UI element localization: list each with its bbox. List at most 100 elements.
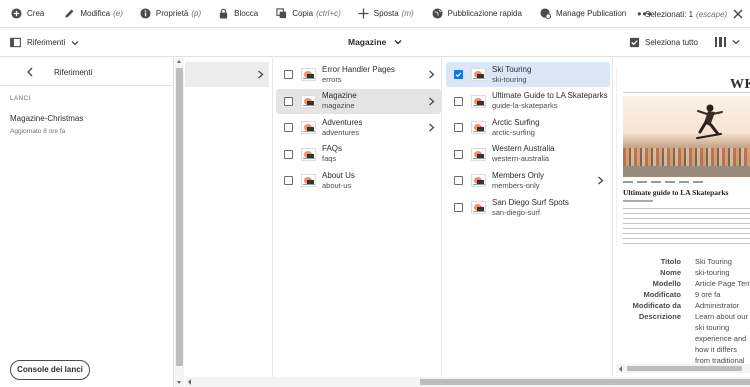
scroll-left-arrow[interactable] xyxy=(188,379,191,385)
copy-button[interactable]: Copia (ctrl+c) xyxy=(271,0,346,28)
page-thumbnail xyxy=(301,174,316,188)
properties-button[interactable]: Proprietà (p) xyxy=(135,0,206,28)
row-checkbox[interactable] xyxy=(454,96,463,106)
pencil-icon xyxy=(64,8,75,19)
list-item[interactable]: Ski Touring ski-touring xyxy=(446,62,610,87)
chevron-right-icon[interactable] xyxy=(428,97,435,106)
parent-row[interactable] xyxy=(185,62,269,87)
row-text: Adventures adventures xyxy=(322,118,362,138)
copy-label: Copia xyxy=(292,9,314,18)
row-checkbox[interactable] xyxy=(454,123,463,133)
row-checkbox[interactable] xyxy=(284,176,293,186)
page-thumbnail xyxy=(471,201,486,214)
chevron-right-icon[interactable] xyxy=(428,70,435,79)
list-item[interactable]: Magazine magazine xyxy=(276,88,441,114)
row-text: Arctic Surfing arctic-surfing xyxy=(492,118,540,138)
properties-scrollbar[interactable] xyxy=(616,364,750,373)
scroll-up-arrow[interactable] xyxy=(177,60,181,63)
chevron-left-icon[interactable] xyxy=(26,67,34,77)
scrollbar-thumb[interactable] xyxy=(627,366,742,371)
view-switcher[interactable] xyxy=(715,37,740,47)
rail-toggle-label: Riferimenti xyxy=(27,38,66,47)
list-item[interactable]: About Us about-us xyxy=(276,168,441,193)
scrollbar-thumb[interactable] xyxy=(176,68,183,366)
manage-publication-button[interactable]: Manage Publication xyxy=(535,0,631,28)
lock-button[interactable]: Blocca xyxy=(213,0,263,28)
select-all-button[interactable]: Seleziona tutto xyxy=(629,37,698,48)
property-value: Administrator xyxy=(695,301,740,310)
page-thumbnail xyxy=(471,147,486,161)
copy-shortcut: (ctrl+c) xyxy=(316,9,341,18)
property-value: Ski Touring xyxy=(695,257,732,266)
column-parent xyxy=(185,58,273,377)
chevron-right-icon[interactable] xyxy=(597,176,604,185)
row-checkbox[interactable] xyxy=(454,70,463,79)
row-checkbox[interactable] xyxy=(284,96,293,106)
select-all-label: Seleziona tutto xyxy=(645,38,698,47)
property-value: ski-touring xyxy=(695,268,730,277)
property-value: Learn about our ski touring experience a… xyxy=(695,312,748,365)
page-name: members-only xyxy=(492,180,540,190)
preview-hero-image xyxy=(623,96,750,177)
preview-headline: Ultimate guide to LA Skateparks xyxy=(623,188,729,197)
chevron-right-icon[interactable] xyxy=(428,123,435,132)
quick-publish-label: Pubblicazione rapida xyxy=(447,9,522,18)
list-item[interactable]: FAQs faqs xyxy=(276,142,441,167)
rail-scrollbar[interactable] xyxy=(175,58,184,387)
chevron-down-icon xyxy=(394,40,402,45)
list-item[interactable]: San Diego Surf Spots san-diego-surf xyxy=(446,195,610,220)
move-button[interactable]: Sposta (m) xyxy=(353,0,419,28)
close-icon[interactable] xyxy=(732,8,744,20)
launch-item[interactable]: Magazine-Christmas Aggiornato 8 ore fa xyxy=(10,114,170,135)
row-checkbox[interactable] xyxy=(454,176,463,186)
property-key: Modello xyxy=(652,279,681,288)
launch-updated: Aggiornato 8 ore fa xyxy=(10,128,66,135)
page-title: FAQs xyxy=(322,144,343,154)
scrollbar-thumb[interactable] xyxy=(420,379,750,385)
chevron-down-icon xyxy=(732,40,740,45)
properties-shortcut: (p) xyxy=(191,9,202,18)
create-button[interactable]: Crea xyxy=(6,0,49,28)
selection-shortcut: (escape) xyxy=(696,9,728,19)
list-item[interactable]: Adventures adventures xyxy=(276,115,441,140)
page-properties: Titolo Ski Touring Nome ski-touring Modello A… xyxy=(616,256,750,366)
list-item[interactable]: Western Australia western-australia xyxy=(446,142,610,167)
property-key: Descrizione xyxy=(638,312,681,321)
action-bar: Crea Modifica (e) Proprietà (p) Blocca C… xyxy=(0,0,750,28)
scroll-left-arrow[interactable] xyxy=(619,366,622,372)
row-checkbox[interactable] xyxy=(454,149,463,159)
scroll-down-arrow[interactable] xyxy=(177,381,181,384)
list-item[interactable]: Error Handler Pages errors xyxy=(276,62,441,87)
list-item[interactable]: Ultimate Guide to LA Skateparks guide-la-… xyxy=(446,89,610,114)
page-name: guide-la-skateparks xyxy=(492,101,558,111)
page-title: Ski Touring xyxy=(492,64,532,74)
property-value: 9 ore fa xyxy=(695,290,721,299)
breadcrumb[interactable]: Magazine xyxy=(348,37,402,47)
row-text: Ski Touring ski-touring xyxy=(492,65,531,85)
row-checkbox[interactable] xyxy=(284,149,293,159)
quick-publish-button[interactable]: Pubblicazione rapida xyxy=(427,0,527,28)
move-icon xyxy=(358,8,369,19)
page-name: about-us xyxy=(322,180,352,190)
edit-button[interactable]: Modifica (e) xyxy=(59,0,128,28)
info-icon xyxy=(140,8,151,19)
page-title: About Us xyxy=(322,170,355,180)
secondary-toolbar: Riferimenti Magazine Seleziona tutto xyxy=(0,29,750,57)
rail-header: Riferimenti xyxy=(0,58,174,86)
preview-skater xyxy=(696,104,723,140)
preview-logo: WKI xyxy=(730,77,750,92)
column-view-icon xyxy=(715,37,726,47)
preview-divider xyxy=(623,92,750,93)
row-checkbox[interactable] xyxy=(284,70,293,79)
launches-console-button[interactable]: Console dei lanci xyxy=(10,360,90,380)
row-checkbox[interactable] xyxy=(284,123,293,133)
row-text: Members Only members-only xyxy=(492,171,544,191)
column-view-scrollbar[interactable] xyxy=(185,377,750,387)
list-item[interactable]: Arctic Surfing arctic-surfing xyxy=(446,115,610,140)
rail-toggle[interactable]: Riferimenti xyxy=(10,37,85,48)
row-text: FAQs faqs xyxy=(322,144,342,164)
list-item[interactable]: Members Only members-only xyxy=(446,168,610,193)
row-checkbox[interactable] xyxy=(454,203,463,212)
column-magazine: Ski Touring ski-touring Ultimate Guide to … xyxy=(443,58,613,377)
preview-tags xyxy=(623,181,703,183)
